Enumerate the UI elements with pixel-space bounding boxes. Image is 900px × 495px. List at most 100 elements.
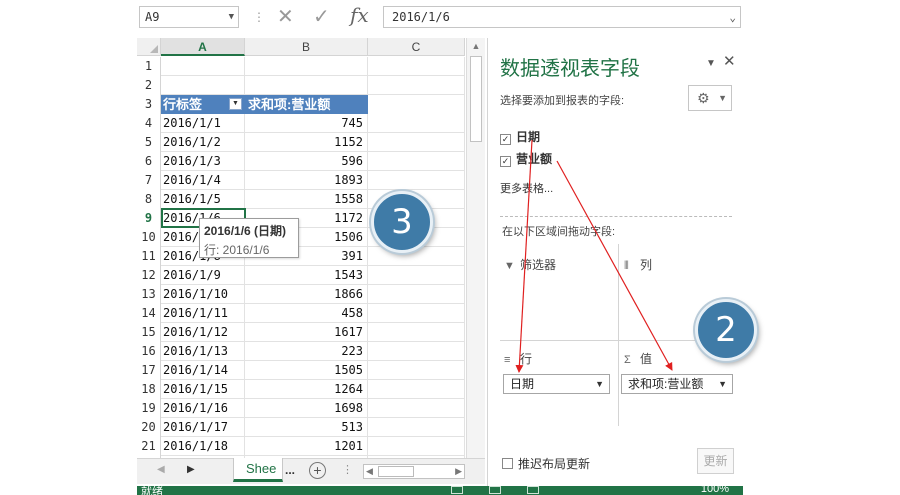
row-header[interactable]: 11 [137,247,161,266]
more-sheets-button[interactable]: ... [285,463,295,477]
filter-dropdown-icon[interactable]: ▼ [229,98,242,110]
revenue-cell[interactable]: 1617 [245,323,368,342]
prev-sheet-icon[interactable]: ◀ [157,464,165,475]
panel-options-icon[interactable]: ▼ [706,58,716,69]
enter-icon[interactable]: ✓ [313,4,330,29]
row-label-header[interactable]: 行标签 ▼ [161,95,245,114]
date-cell[interactable]: 2016/1/9 [161,266,245,285]
select-all-button[interactable] [137,38,161,56]
row-header[interactable]: 14 [137,304,161,323]
page-layout-icon[interactable] [489,486,501,494]
row-header[interactable]: 16 [137,342,161,361]
revenue-cell[interactable]: 1698 [245,399,368,418]
cell[interactable] [368,266,465,285]
cell[interactable] [161,57,245,76]
field-item-date[interactable]: ✓ 日期 [500,128,540,146]
column-header-a[interactable]: A [161,38,245,56]
date-cell[interactable]: 2016/1/16 [161,399,245,418]
cell[interactable] [368,114,465,133]
row-header[interactable]: 20 [137,418,161,437]
cell[interactable] [368,133,465,152]
zoom-level[interactable]: 100% [701,486,729,495]
revenue-cell[interactable]: 1201 [245,437,368,456]
cell[interactable] [368,418,465,437]
revenue-cell[interactable]: 1264 [245,380,368,399]
cell[interactable] [368,399,465,418]
row-header[interactable]: 4 [137,114,161,133]
page-break-icon[interactable] [527,486,539,494]
row-header[interactable]: 21 [137,437,161,456]
column-header-b[interactable]: B [245,38,368,56]
scroll-thumb[interactable] [378,466,414,477]
date-cell[interactable]: 2016/1/11 [161,304,245,323]
add-sheet-button[interactable]: + [309,462,326,479]
revenue-cell[interactable]: 1866 [245,285,368,304]
cell[interactable] [245,76,368,95]
date-cell[interactable]: 2016/1/18 [161,437,245,456]
row-header[interactable]: 10 [137,228,161,247]
row-header[interactable]: 12 [137,266,161,285]
date-cell[interactable]: 2016/1/14 [161,361,245,380]
row-header[interactable]: 5 [137,133,161,152]
chevron-down-icon[interactable]: ▼ [595,375,604,393]
cell[interactable] [368,247,465,266]
filters-area[interactable]: ▼ 筛选器 [500,250,616,336]
cell[interactable] [368,361,465,380]
cell[interactable] [368,437,465,456]
cell[interactable] [368,76,465,95]
row-header[interactable]: 1 [137,57,161,76]
panel-divider[interactable] [500,216,732,217]
name-box[interactable]: A9 ▼ [139,6,239,28]
revenue-cell[interactable]: 1543 [245,266,368,285]
normal-view-icon[interactable] [451,486,463,494]
row-header[interactable]: 15 [137,323,161,342]
formula-input[interactable]: 2016/1/6 ⌄ [383,6,741,28]
row-header[interactable]: 18 [137,380,161,399]
scroll-left-icon[interactable]: ◀ [366,465,373,478]
checkbox-checked-icon[interactable]: ✓ [500,156,511,167]
insert-function-button[interactable]: fx [350,3,369,27]
date-cell[interactable]: 2016/1/5 [161,190,245,209]
vertical-scrollbar[interactable]: ▲ [466,38,485,458]
date-cell[interactable]: 2016/1/1 [161,114,245,133]
row-header[interactable]: 6 [137,152,161,171]
revenue-cell[interactable]: 745 [245,114,368,133]
date-cell[interactable]: 2016/1/13 [161,342,245,361]
revenue-cell[interactable]: 458 [245,304,368,323]
scroll-thumb[interactable] [470,56,482,142]
field-item-revenue[interactable]: ✓ 营业额 [500,150,552,168]
date-cell[interactable]: 2016/1/2 [161,133,245,152]
date-cell[interactable]: 2016/1/15 [161,380,245,399]
chevron-down-icon[interactable]: ▼ [229,7,234,27]
expand-formula-icon[interactable]: ⌄ [729,8,736,28]
revenue-cell[interactable]: 596 [245,152,368,171]
update-button[interactable]: 更新 [697,448,734,474]
date-cell[interactable]: 2016/1/4 [161,171,245,190]
cell[interactable] [368,57,465,76]
cell[interactable] [161,76,245,95]
row-header[interactable]: 17 [137,361,161,380]
checkbox-unchecked-icon[interactable] [502,458,513,469]
date-cell[interactable]: 2016/1/10 [161,285,245,304]
row-header[interactable]: 3 [137,95,161,114]
row-header[interactable]: 8 [137,190,161,209]
date-cell[interactable]: 2016/1/12 [161,323,245,342]
chevron-down-icon[interactable]: ▼ [718,375,727,393]
next-sheet-icon[interactable]: ▶ [187,464,195,475]
close-icon[interactable]: ✕ [723,52,736,70]
revenue-cell[interactable]: 1893 [245,171,368,190]
revenue-cell[interactable]: 1505 [245,361,368,380]
values-field-pill[interactable]: 求和项:营业额 ▼ [621,374,733,394]
revenue-cell[interactable]: 513 [245,418,368,437]
row-header[interactable]: 13 [137,285,161,304]
cell[interactable] [245,57,368,76]
splitter-icon[interactable]: ⋮ [342,463,353,476]
settings-button[interactable]: ⚙ ▼ [688,85,732,111]
date-cell[interactable]: 2016/1/17 [161,418,245,437]
column-header-c[interactable]: C [368,38,465,56]
cell[interactable] [368,323,465,342]
scroll-right-icon[interactable]: ▶ [455,465,462,478]
value-label-header[interactable]: 求和项:营业额 [245,95,368,114]
cell[interactable] [368,171,465,190]
row-header[interactable]: 7 [137,171,161,190]
